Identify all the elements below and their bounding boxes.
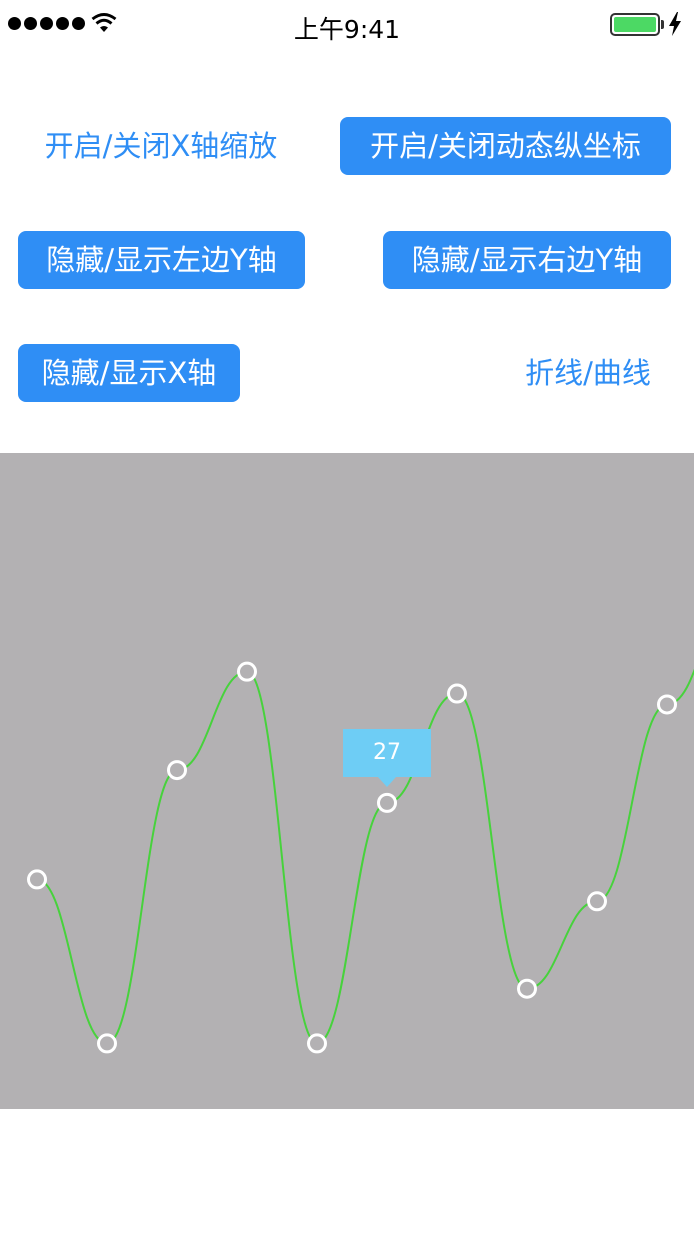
data-point-8[interactable] xyxy=(517,978,537,999)
charging-bolt-icon xyxy=(669,12,681,36)
battery-icon xyxy=(610,13,660,36)
toggle-x-axis-button[interactable]: 隐藏/显示X轴 xyxy=(18,344,240,402)
data-point-9[interactable] xyxy=(587,891,607,912)
chart-svg xyxy=(27,661,694,1054)
data-point-3[interactable] xyxy=(167,760,187,781)
data-point-10[interactable] xyxy=(657,694,677,715)
battery-level xyxy=(614,17,656,32)
toggle-x-zoom-button[interactable]: 开启/关闭X轴缩放 xyxy=(20,117,302,175)
status-bar: 上午9:41 xyxy=(0,0,694,48)
line-chart[interactable]: 27 xyxy=(0,453,694,1109)
data-point-2[interactable] xyxy=(97,1033,117,1054)
toggle-left-y-axis-button[interactable]: 隐藏/显示左边Y轴 xyxy=(18,231,305,289)
data-point-7[interactable] xyxy=(447,683,467,704)
status-time: 上午9:41 xyxy=(293,15,401,44)
chart-tooltip: 27 xyxy=(343,728,431,777)
data-point-6[interactable] xyxy=(377,792,397,813)
data-point-4[interactable] xyxy=(237,661,257,682)
data-point-1[interactable] xyxy=(27,869,47,890)
toggle-right-y-axis-button[interactable]: 隐藏/显示右边Y轴 xyxy=(383,231,671,289)
data-point-5[interactable] xyxy=(307,1033,327,1054)
toggle-line-curve-button[interactable]: 折线/曲线 xyxy=(505,344,671,402)
series-line xyxy=(36,668,694,1045)
battery-tip xyxy=(661,20,664,29)
toggle-dynamic-y-axis-button[interactable]: 开启/关闭动态纵坐标 xyxy=(340,117,671,175)
chart-tooltip-arrow xyxy=(378,776,396,787)
